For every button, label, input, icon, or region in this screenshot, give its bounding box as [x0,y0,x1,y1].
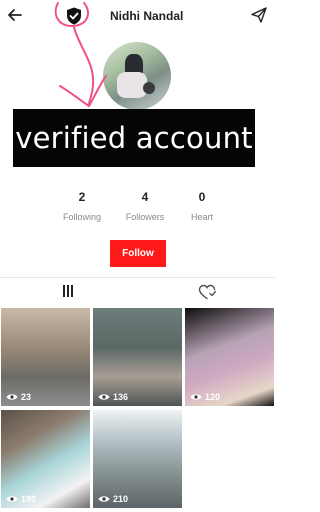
stat-heart-count: 0 [198,190,206,204]
stat-followers-label: Followers [125,212,165,222]
view-count: 210 [98,494,128,504]
stat-followers[interactable]: 4 Followers [115,190,175,222]
stat-following-label: Following [62,212,102,222]
profile-stats: 2 Following 4 Followers 0 Heart [55,190,235,230]
video-thumbnail[interactable]: 23 [1,308,90,406]
stat-followers-count: 4 [141,190,149,204]
follow-button[interactable]: Follow [110,240,166,267]
verified-account-text: verified account [15,121,253,155]
video-thumbnail[interactable]: 120 [185,308,274,406]
stat-following-count: 2 [78,190,86,204]
eye-icon [190,394,202,400]
stat-heart[interactable]: 0 Heart [172,190,232,222]
stat-following[interactable]: 2 Following [52,190,112,222]
profile-header: Nidhi Nandal [0,0,275,34]
video-thumbnail[interactable]: 136 [93,308,182,406]
view-count: 120 [190,392,220,402]
view-count: 136 [98,392,128,402]
view-count: 190 [6,494,36,504]
view-count: 23 [6,392,31,402]
view-count-value: 23 [21,392,32,402]
view-count-value: 136 [113,392,129,402]
liked-heart-icon[interactable] [198,284,216,300]
profile-avatar [103,42,171,110]
view-count-value: 190 [21,494,37,504]
eye-icon [6,496,18,502]
eye-icon [98,394,110,400]
view-count-value: 210 [113,494,129,504]
view-count-value: 120 [205,392,221,402]
video-thumbnail[interactable]: 190 [1,410,90,508]
stat-heart-label: Heart [190,212,213,222]
profile-username: Nidhi Nandal [110,9,184,23]
arrow-left-icon[interactable] [6,6,24,24]
profile-tabs [0,280,275,304]
verified-account-label: verified account [13,109,255,167]
grid-icon[interactable] [60,284,76,298]
video-grid: 23 136 120 190 210 [0,308,275,512]
divider [0,277,275,278]
video-thumbnail[interactable]: 210 [93,410,182,508]
eye-icon [98,496,110,502]
send-icon[interactable] [250,6,268,24]
verified-shield-icon [67,7,81,25]
eye-icon [6,394,18,400]
